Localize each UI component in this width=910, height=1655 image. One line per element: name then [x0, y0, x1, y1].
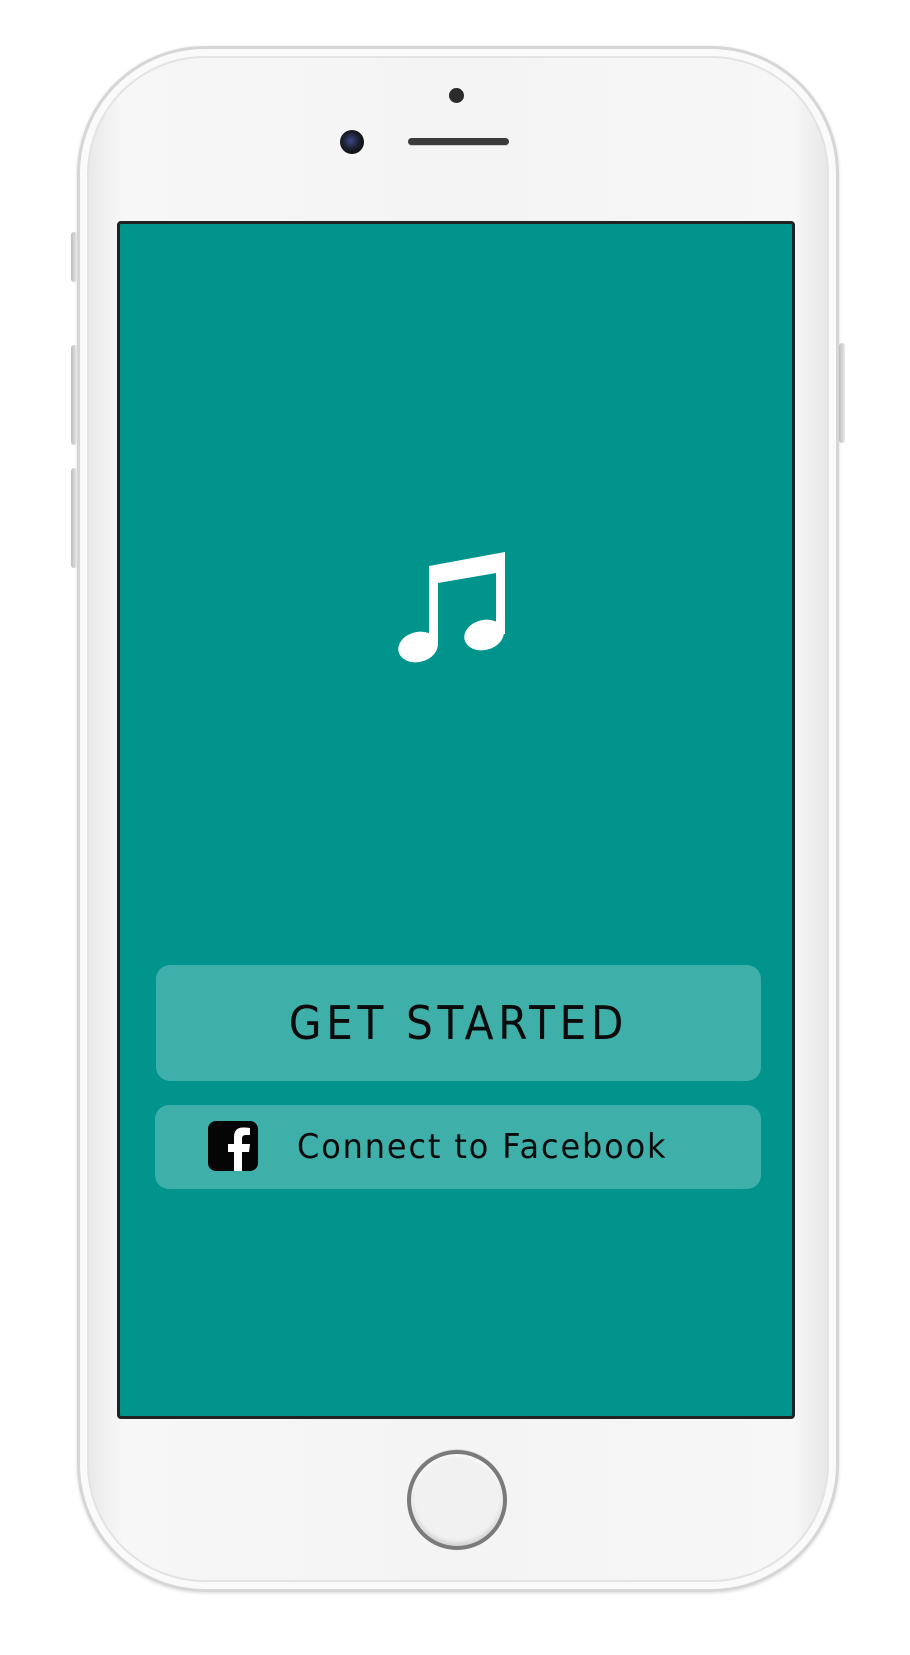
volume-up-button	[71, 345, 77, 445]
get-started-label: GET STARTED	[288, 996, 629, 1050]
front-camera	[340, 130, 364, 154]
mute-switch	[71, 232, 77, 282]
proximity-sensor	[449, 88, 464, 103]
earpiece-speaker	[408, 138, 509, 145]
music-note-icon	[398, 552, 505, 663]
connect-facebook-label: Connect to Facebook	[297, 1127, 668, 1167]
volume-down-button	[71, 468, 77, 568]
device-stage: GET STARTED Connect to Facebook	[0, 0, 910, 1655]
app-screen: GET STARTED Connect to Facebook	[117, 221, 795, 1419]
home-button[interactable]	[407, 1450, 507, 1550]
connect-facebook-button[interactable]: Connect to Facebook	[155, 1105, 761, 1189]
get-started-button[interactable]: GET STARTED	[156, 965, 761, 1081]
phone-frame: GET STARTED Connect to Facebook	[77, 46, 839, 1592]
facebook-icon	[208, 1121, 258, 1171]
power-button	[839, 343, 845, 443]
